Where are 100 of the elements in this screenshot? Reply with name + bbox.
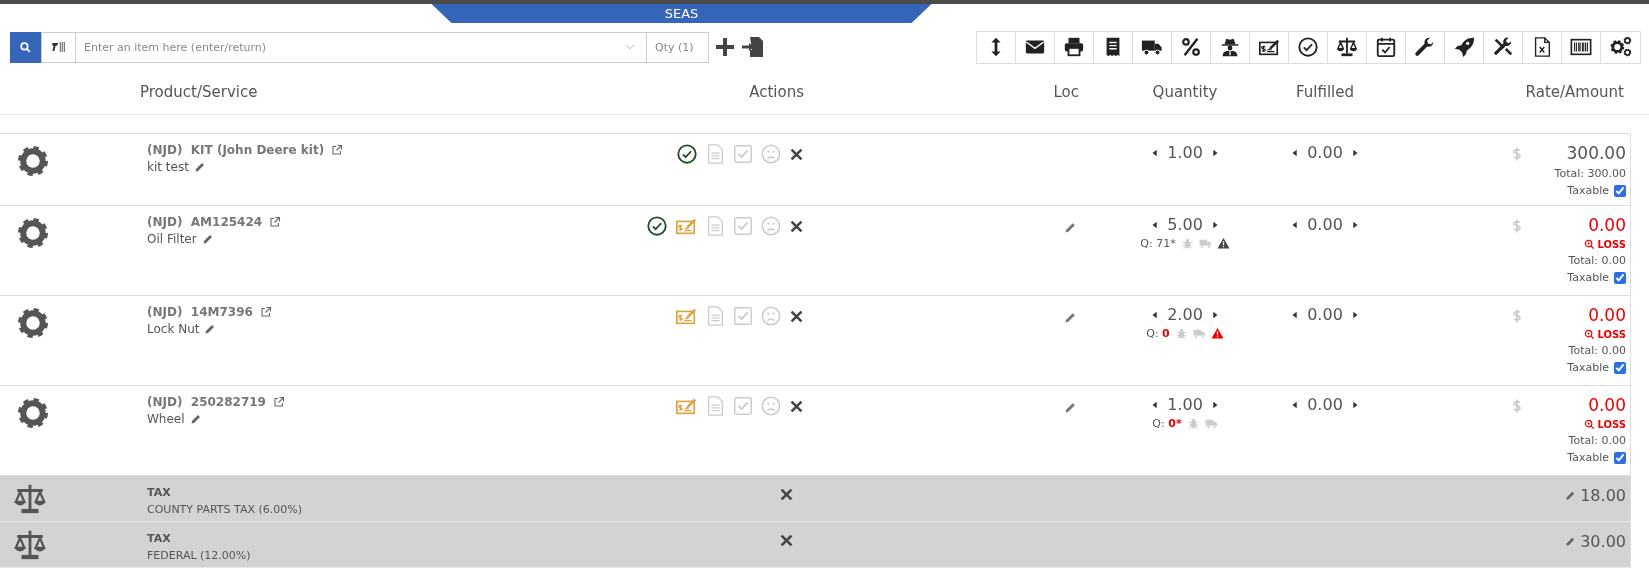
barcode-scanner-icon bbox=[50, 39, 67, 55]
quantity-value: 5.00 bbox=[1167, 215, 1203, 234]
taxable-label: Taxable bbox=[1567, 271, 1609, 284]
checkbox-icon[interactable] bbox=[732, 143, 754, 165]
pencil-icon[interactable] bbox=[1064, 311, 1077, 324]
barcode-icon bbox=[1570, 36, 1592, 58]
column-header: Product/Service bbox=[140, 82, 259, 101]
gears-icon bbox=[1609, 36, 1632, 58]
zoom-icon bbox=[1583, 239, 1595, 250]
rate-amount[interactable]: 0.00 bbox=[1588, 395, 1626, 415]
item-description: Oil Filter bbox=[147, 232, 197, 246]
stock-quantity: Q: 71* bbox=[1140, 237, 1176, 250]
pencil-icon[interactable] bbox=[1565, 536, 1577, 547]
part-number: (NJD) KIT (John Deere kit) bbox=[147, 143, 325, 157]
import-icon[interactable] bbox=[741, 35, 765, 59]
column-header: Quantity bbox=[1151, 82, 1219, 101]
rate-amount[interactable]: 300.00 bbox=[1566, 143, 1626, 163]
taxable-checkbox[interactable] bbox=[1614, 361, 1626, 374]
truck-icon bbox=[1198, 237, 1212, 250]
plus-icon[interactable] bbox=[713, 35, 737, 59]
fulfilled-value: 0.00 bbox=[1307, 143, 1343, 162]
truck-icon bbox=[1204, 417, 1218, 430]
gear-icon[interactable] bbox=[15, 305, 51, 341]
check-circle-icon[interactable] bbox=[646, 215, 668, 237]
wrench-icon bbox=[1414, 36, 1436, 58]
truck-icon bbox=[1192, 327, 1206, 340]
checkbox-icon[interactable] bbox=[732, 395, 754, 417]
taxable-label: Taxable bbox=[1567, 184, 1609, 197]
zoom-icon bbox=[1583, 419, 1595, 430]
column-header: Actions bbox=[748, 82, 805, 101]
gear-icon[interactable] bbox=[15, 215, 51, 251]
line-total: Total: 0.00 bbox=[1568, 254, 1626, 267]
quantity-value: 2.00 bbox=[1167, 305, 1203, 324]
part-number: (NJD) 250282719 bbox=[147, 395, 266, 409]
item-search-field[interactable]: Enter an item here (enter/return) bbox=[75, 31, 647, 63]
rocket-icon bbox=[1453, 36, 1475, 58]
column-header: Fulfilled bbox=[1295, 82, 1355, 101]
pencil-icon[interactable] bbox=[201, 233, 214, 245]
checkbox-icon[interactable] bbox=[732, 305, 754, 327]
tax-title: TAX bbox=[147, 532, 172, 545]
calendar-check-icon bbox=[1375, 36, 1397, 58]
quantity-value: 1.00 bbox=[1167, 143, 1203, 162]
loss-link[interactable]: LOSS bbox=[1583, 419, 1626, 430]
external-link-icon[interactable] bbox=[259, 306, 272, 318]
bug-icon bbox=[1174, 327, 1188, 340]
tax-title: TAX bbox=[147, 486, 172, 499]
check-circle-icon[interactable] bbox=[676, 143, 698, 165]
tools-icon bbox=[1492, 36, 1514, 58]
bug-icon bbox=[1186, 417, 1200, 430]
external-link-icon[interactable] bbox=[331, 144, 344, 156]
pencil-icon[interactable] bbox=[1064, 401, 1077, 414]
search-icon bbox=[19, 40, 32, 54]
part-number: (NJD) 14M7396 bbox=[147, 305, 253, 319]
column-header: Loc bbox=[1052, 82, 1080, 101]
fulfilled-value: 0.00 bbox=[1307, 215, 1343, 234]
item-description: Lock Nut bbox=[147, 322, 200, 336]
stock-quantity: Q: 0 bbox=[1146, 327, 1170, 340]
pencil-icon[interactable] bbox=[204, 323, 217, 335]
tax-amount: 18.00 bbox=[1580, 486, 1626, 505]
pencil-icon[interactable] bbox=[193, 161, 206, 173]
checkbox-icon[interactable] bbox=[732, 215, 754, 237]
stock-quantity: Q: 0* bbox=[1152, 417, 1182, 430]
tax-description: FEDERAL (12.00%) bbox=[147, 549, 252, 562]
taxable-checkbox[interactable] bbox=[1614, 184, 1626, 197]
printer-icon bbox=[1063, 36, 1085, 58]
pencil-icon[interactable] bbox=[1064, 221, 1077, 234]
delete-icon[interactable] bbox=[778, 532, 795, 549]
taxable-label: Taxable bbox=[1567, 361, 1609, 374]
taxable-label: Taxable bbox=[1567, 451, 1609, 464]
line-total: Total: 0.00 bbox=[1568, 344, 1626, 357]
item-description: kit test bbox=[147, 160, 189, 174]
loss-link[interactable]: LOSS bbox=[1583, 329, 1626, 340]
external-link-icon[interactable] bbox=[269, 216, 282, 228]
bug-icon bbox=[1180, 237, 1194, 250]
scale-icon bbox=[1336, 36, 1358, 58]
fulfilled-value: 0.00 bbox=[1307, 305, 1343, 324]
quantity-value: 1.00 bbox=[1167, 395, 1203, 414]
gear-icon[interactable] bbox=[15, 143, 51, 179]
quantity-field[interactable]: Qty (1) bbox=[647, 31, 709, 63]
zoom-icon bbox=[1583, 329, 1595, 340]
check-circle-icon bbox=[1297, 36, 1319, 58]
tax-amount: 30.00 bbox=[1580, 532, 1626, 551]
pencil-icon[interactable] bbox=[189, 413, 202, 425]
percent-icon bbox=[1180, 36, 1202, 58]
rate-amount[interactable]: 0.00 bbox=[1588, 215, 1626, 235]
loss-link[interactable]: LOSS bbox=[1583, 239, 1626, 250]
pencil-icon[interactable] bbox=[1565, 490, 1577, 501]
taxable-checkbox[interactable] bbox=[1614, 271, 1626, 284]
external-link-icon[interactable] bbox=[272, 396, 285, 408]
delete-icon[interactable] bbox=[778, 486, 795, 503]
taxable-checkbox[interactable] bbox=[1614, 451, 1626, 464]
tax-description: COUNTY PARTS TAX (6.00%) bbox=[147, 503, 303, 516]
gear-icon[interactable] bbox=[15, 395, 51, 431]
item-description: Wheel bbox=[147, 412, 185, 426]
part-number: (NJD) AM125424 bbox=[147, 215, 263, 229]
search-button[interactable] bbox=[10, 31, 41, 63]
scanner-button[interactable] bbox=[41, 31, 75, 63]
rate-amount[interactable]: 0.00 bbox=[1588, 305, 1626, 325]
column-header: Rate/Amount bbox=[1524, 82, 1625, 101]
spy-icon bbox=[1219, 36, 1241, 58]
